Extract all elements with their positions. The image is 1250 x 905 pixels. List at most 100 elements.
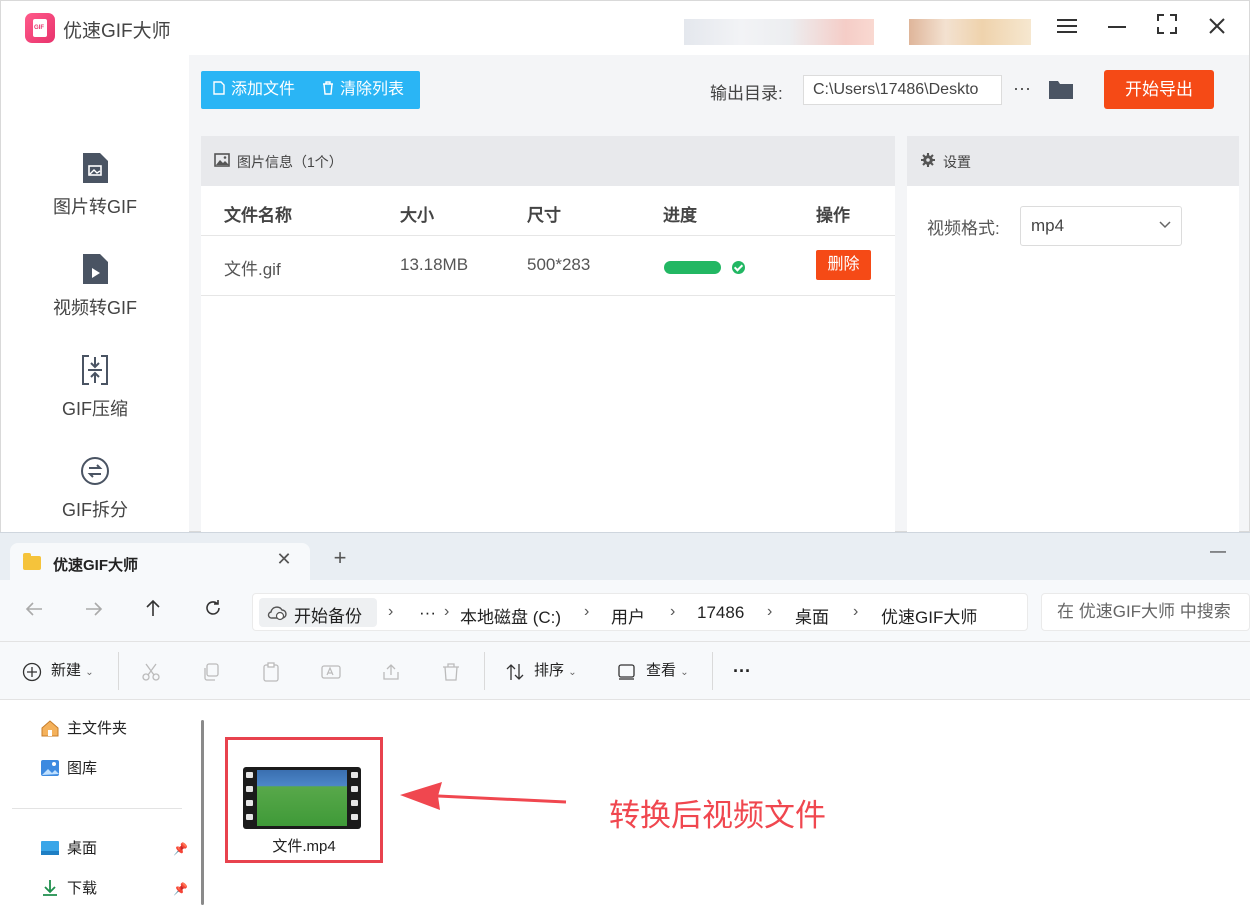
blurred-avatar — [909, 19, 1031, 45]
file-panel-title: 图片信息（1个） — [237, 154, 343, 170]
close-icon[interactable] — [1202, 13, 1232, 43]
refresh-icon[interactable] — [200, 598, 226, 624]
output-dir-field[interactable]: C:\Users\17486\Deskto — [803, 75, 1002, 105]
copy-icon[interactable] — [201, 662, 221, 682]
video-file-icon — [83, 254, 108, 284]
image-icon — [214, 153, 230, 167]
start-export-button[interactable]: 开始导出 — [1104, 70, 1214, 109]
sidebar: 图片转GIF 视频转GIF GIF压缩 GIF拆分 — [1, 55, 189, 533]
chevron-right-icon: › — [767, 603, 773, 620]
breadcrumb-local-disk[interactable]: 本地磁盘 (C:) — [460, 603, 561, 628]
file-action-buttons: 添加文件 清除列表 — [201, 71, 420, 109]
nav-item-label: 图库 — [67, 760, 98, 777]
delete-icon[interactable] — [441, 662, 461, 682]
maximize-icon[interactable] — [1152, 13, 1182, 43]
view-button[interactable]: 查看 ⌄ — [646, 659, 689, 683]
address-bar[interactable]: 开始备份 › ··· › 本地磁盘 (C:) › 用户 › 17486 › 桌面… — [252, 593, 1028, 631]
file-list-panel: 图片信息（1个） 文件名称 大小 尺寸 进度 操作 文件.gif 13.18MB… — [201, 136, 895, 533]
menu-icon[interactable] — [1052, 13, 1082, 43]
search-input[interactable]: 在 优速GIF大师 中搜索 — [1041, 593, 1250, 631]
new-label: 新建 — [51, 662, 82, 679]
trash-icon — [323, 81, 333, 95]
check-icon — [732, 261, 745, 274]
column-header-size: 大小 — [400, 206, 434, 225]
column-header-dimensions: 尺寸 — [527, 206, 561, 225]
tab-close-icon[interactable]: ✕ — [273, 549, 295, 570]
backup-button[interactable]: 开始备份 — [259, 598, 377, 627]
nav-item-label: 下载 — [67, 880, 98, 897]
video-thumbnail — [243, 767, 361, 829]
video-frame — [257, 770, 347, 826]
share-icon[interactable] — [381, 662, 401, 682]
paste-icon[interactable] — [261, 662, 281, 682]
add-file-label: 添加文件 — [231, 81, 296, 98]
divider — [484, 652, 485, 690]
more-options-button[interactable]: ··· — [733, 659, 751, 683]
clear-list-label: 清除列表 — [340, 81, 405, 98]
image-file-icon — [83, 153, 108, 183]
open-folder-icon[interactable] — [1048, 78, 1074, 100]
gif-app-window: 优速GIF大师 图片转GIF 视频转GIF — [0, 0, 1250, 533]
chevron-right-icon: › — [444, 603, 450, 620]
up-icon[interactable] — [140, 598, 166, 624]
add-file-button[interactable]: 添加文件 — [213, 71, 295, 109]
clear-list-button[interactable]: 清除列表 — [322, 71, 404, 109]
view-icon — [618, 664, 635, 680]
new-tab-button[interactable]: + — [329, 547, 351, 569]
cloud-icon — [267, 606, 287, 621]
rename-icon[interactable] — [321, 662, 341, 682]
divider — [712, 652, 713, 690]
pin-icon[interactable]: 📌 — [173, 877, 188, 901]
file-item-mp4[interactable]: 文件.mp4 — [225, 737, 383, 863]
output-dir-label: 输出目录: — [710, 84, 783, 103]
film-sprocket — [351, 772, 358, 778]
gallery-icon — [41, 760, 59, 776]
nav-scrollbar[interactable] — [201, 720, 204, 905]
explorer-tab[interactable]: 优速GIF大师 ✕ — [10, 543, 310, 582]
sidebar-item-gif-compress[interactable]: GIF压缩 — [1, 353, 189, 449]
sort-button[interactable]: 排序 ⌄ — [534, 659, 577, 683]
pin-icon[interactable]: 📌 — [173, 837, 188, 861]
film-sprocket — [351, 786, 358, 792]
breadcrumb-overflow[interactable]: ··· — [419, 603, 436, 623]
film-sprocket — [246, 786, 253, 792]
back-icon[interactable] — [21, 598, 47, 624]
breadcrumb-users[interactable]: 用户 — [611, 603, 645, 628]
breadcrumb-current-folder[interactable]: 优速GIF大师 — [881, 603, 977, 628]
sidebar-item-video-to-gif[interactable]: 视频转GIF — [1, 252, 189, 348]
delete-button[interactable]: 删除 — [816, 250, 871, 280]
chevron-right-icon: › — [853, 603, 859, 620]
new-button[interactable]: 新建 ⌄ — [51, 659, 94, 683]
breadcrumb-backup: 开始备份 — [294, 607, 362, 626]
minimize-icon[interactable] — [1102, 13, 1132, 43]
breadcrumb-desktop[interactable]: 桌面 — [795, 603, 829, 628]
nav-divider — [12, 808, 182, 809]
video-format-select[interactable]: mp4 — [1020, 206, 1182, 246]
settings-panel: 设置 视频格式: mp4 — [907, 136, 1239, 533]
file-size-cell: 13.18MB — [400, 255, 469, 274]
explorer-minimize-icon[interactable]: — — [1210, 543, 1226, 561]
navigation-pane: 主文件夹 图库 桌面 📌 下载 📌 — [0, 700, 210, 905]
cut-icon[interactable] — [141, 662, 161, 682]
film-sprocket — [351, 814, 358, 820]
gear-icon — [921, 153, 935, 167]
forward-icon[interactable] — [81, 598, 107, 624]
chevron-down-icon: ⌄ — [85, 667, 94, 678]
app-title: 优速GIF大师 — [63, 21, 171, 42]
breadcrumb-user[interactable]: 17486 — [697, 603, 744, 623]
compress-icon — [82, 355, 108, 385]
file-dimensions-cell: 500*283 — [527, 255, 591, 274]
annotation-arrow — [400, 782, 567, 810]
split-icon — [81, 457, 109, 485]
chevron-down-icon: ⌄ — [568, 667, 577, 678]
home-icon — [41, 720, 59, 737]
sidebar-item-image-to-gif[interactable]: 图片转GIF — [1, 151, 189, 247]
file-item-name: 文件.mp4 — [272, 838, 336, 855]
nav-item-label: 桌面 — [67, 840, 98, 857]
browse-more-button[interactable]: ··· — [1011, 75, 1033, 105]
video-format-label: 视频格式: — [927, 219, 1000, 238]
sidebar-item-label: GIF拆分 — [62, 500, 128, 520]
tab-strip: 优速GIF大师 ✕ + — — [0, 532, 1250, 582]
annotation-label: 转换后视频文件 — [609, 798, 826, 833]
desktop-icon — [41, 841, 59, 855]
